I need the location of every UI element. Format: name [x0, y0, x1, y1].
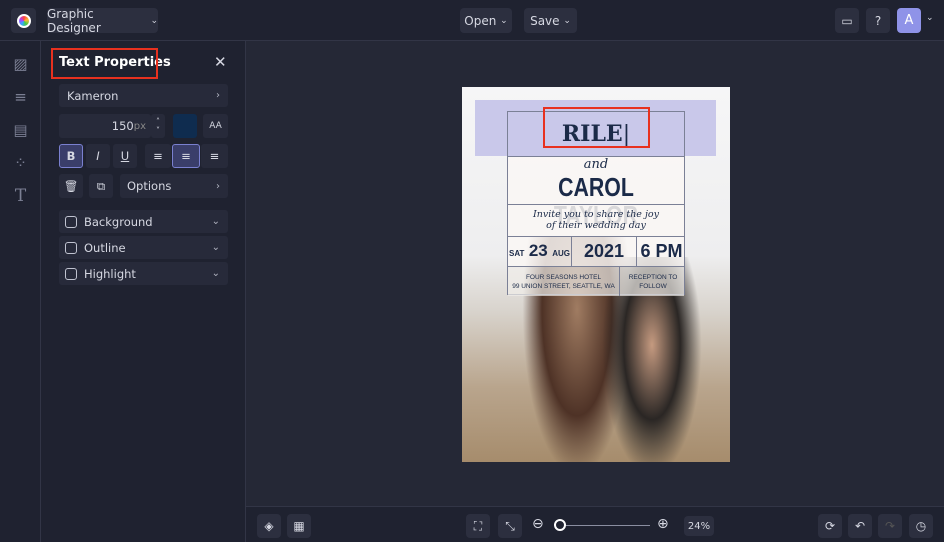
chevron-right-icon: › [216, 180, 220, 192]
outline-toggle[interactable]: Outline ⌄ [59, 236, 228, 259]
chevron-down-icon: ⌄ [150, 15, 158, 26]
checkbox[interactable] [65, 267, 77, 280]
venue-line: 99 UNION STREET, SEATTLE, WA [512, 283, 615, 290]
replace-icon[interactable]: ⟳ [818, 514, 842, 538]
background-toggle[interactable]: Background ⌄ [59, 210, 228, 233]
venue-row: FOUR SEASONS HOTEL 99 UNION STREET, SEATT… [508, 266, 684, 296]
redo-icon[interactable]: ↷ [878, 514, 902, 538]
font-size-unit: px [133, 120, 146, 132]
bottom-toolbar: ◈ ▦ ⛶ ⤡ ⊖ ⊕ 24% ⟳ ↶ ↷ ◷ [246, 506, 944, 542]
highlight-box [51, 48, 158, 79]
duplicate-icon[interactable]: ⧉ [89, 174, 113, 198]
align-left-button[interactable]: ≡ [145, 144, 171, 168]
tool-rail: ▨ ≡ ▤ ⁘ T [0, 41, 41, 542]
undo-icon[interactable]: ↶ [848, 514, 872, 538]
layout-icon[interactable]: ▤ [12, 122, 29, 139]
mode-dropdown[interactable]: Graphic Designer ⌄ [47, 6, 158, 35]
avatar-initial: A [904, 13, 914, 28]
and-text: and [583, 157, 609, 172]
bold-button[interactable]: B [59, 144, 83, 168]
year: 2021 [572, 237, 637, 266]
reception-line: RECEPTION TO [628, 274, 678, 281]
date: 23 [528, 241, 548, 260]
chevron-down-icon: ⌄ [211, 216, 220, 227]
trash-icon[interactable]: 🗑 [59, 174, 83, 198]
image-icon[interactable]: ▨ [12, 56, 29, 73]
highlight-box [543, 107, 650, 148]
toggle-label: Outline [84, 240, 126, 255]
zoom-value: 24% [687, 520, 711, 532]
underline-button[interactable]: U [113, 144, 137, 168]
toggle-label: Highlight [84, 266, 136, 281]
zoom-slider[interactable] [558, 525, 650, 526]
shrink-icon[interactable]: ⤡ [498, 514, 522, 538]
app-logo[interactable] [11, 8, 36, 33]
options-label: Options [127, 179, 172, 193]
mode-label: Graphic Designer [47, 6, 101, 35]
chevron-down-icon: ⌄ [500, 15, 508, 26]
layers-icon[interactable]: ◈ [257, 514, 281, 538]
help-icon[interactable]: ? [866, 8, 890, 33]
chevron-down-icon: ⌄ [211, 242, 220, 253]
font-selector[interactable]: Kameron › [59, 84, 228, 107]
names-row: and CAROL TAYLOR [508, 156, 684, 229]
text-properties-panel: Text Properties ✕ Kameron › 150 px ˄ ˅ AA B… [41, 41, 246, 542]
checkbox[interactable] [65, 241, 77, 254]
zoom-in-icon[interactable]: ⊕ [657, 516, 669, 532]
checkbox[interactable] [65, 215, 77, 228]
zoom-out-icon[interactable]: ⊖ [532, 516, 544, 532]
time: 6 PM [640, 241, 683, 261]
venue-line: FOUR SEASONS HOTEL [525, 274, 602, 281]
font-size-stepper[interactable]: ˄ ˅ [151, 114, 165, 138]
fit-screen-icon[interactable]: ⛶ [466, 514, 490, 538]
chevron-right-icon: › [216, 90, 220, 101]
invite-row: Invite you to share the joy of their wedd… [508, 204, 684, 236]
align-center-button[interactable]: ≡ [172, 144, 200, 168]
grid-icon[interactable]: ▦ [287, 514, 311, 538]
avatar[interactable]: A [897, 8, 921, 33]
close-icon[interactable]: ✕ [214, 53, 227, 71]
month: AUG [552, 249, 570, 258]
toggle-label: Background [84, 214, 153, 229]
align-right-button[interactable]: ≡ [201, 144, 228, 168]
font-size-input[interactable]: 150 px [59, 114, 151, 138]
invite-line: Invite you to share the joy [533, 209, 659, 220]
comments-icon[interactable]: ▭ [835, 8, 859, 33]
date-row: SAT 23 AUG 2021 6 PM [508, 236, 684, 266]
day: SAT [508, 249, 525, 258]
chevron-down-icon: ⌄ [563, 15, 571, 26]
save-button[interactable]: Save ⌄ [524, 8, 577, 33]
invite-line: of their wedding day [546, 220, 646, 231]
zoom-level[interactable]: 24% [684, 516, 714, 536]
open-label: Open [464, 13, 497, 28]
top-bar: Graphic Designer ⌄ Open ⌄ Save ⌄ ▭ ? A ⌄ [0, 0, 944, 41]
open-button[interactable]: Open ⌄ [460, 8, 512, 33]
font-name: Kameron [67, 88, 119, 103]
zoom-slider-handle[interactable] [553, 519, 566, 531]
shapes-icon[interactable]: ⁘ [12, 155, 29, 172]
options-button[interactable]: Options › [120, 174, 228, 198]
font-size-value: 150 [111, 119, 134, 133]
reception-line: FOLLOW [639, 283, 667, 290]
highlight-toggle[interactable]: Highlight ⌄ [59, 262, 228, 285]
adjustments-icon[interactable]: ≡ [12, 89, 29, 106]
history-icon[interactable]: ◷ [909, 514, 933, 538]
save-label: Save [530, 13, 560, 28]
italic-button[interactable]: I [86, 144, 110, 168]
letter-spacing-icon[interactable]: AA [203, 114, 228, 138]
color-swatch[interactable] [173, 114, 197, 138]
chevron-down-icon[interactable]: ⌄ [926, 13, 934, 23]
chevron-down-icon: ⌄ [211, 268, 220, 279]
text-icon[interactable]: T [12, 188, 29, 205]
